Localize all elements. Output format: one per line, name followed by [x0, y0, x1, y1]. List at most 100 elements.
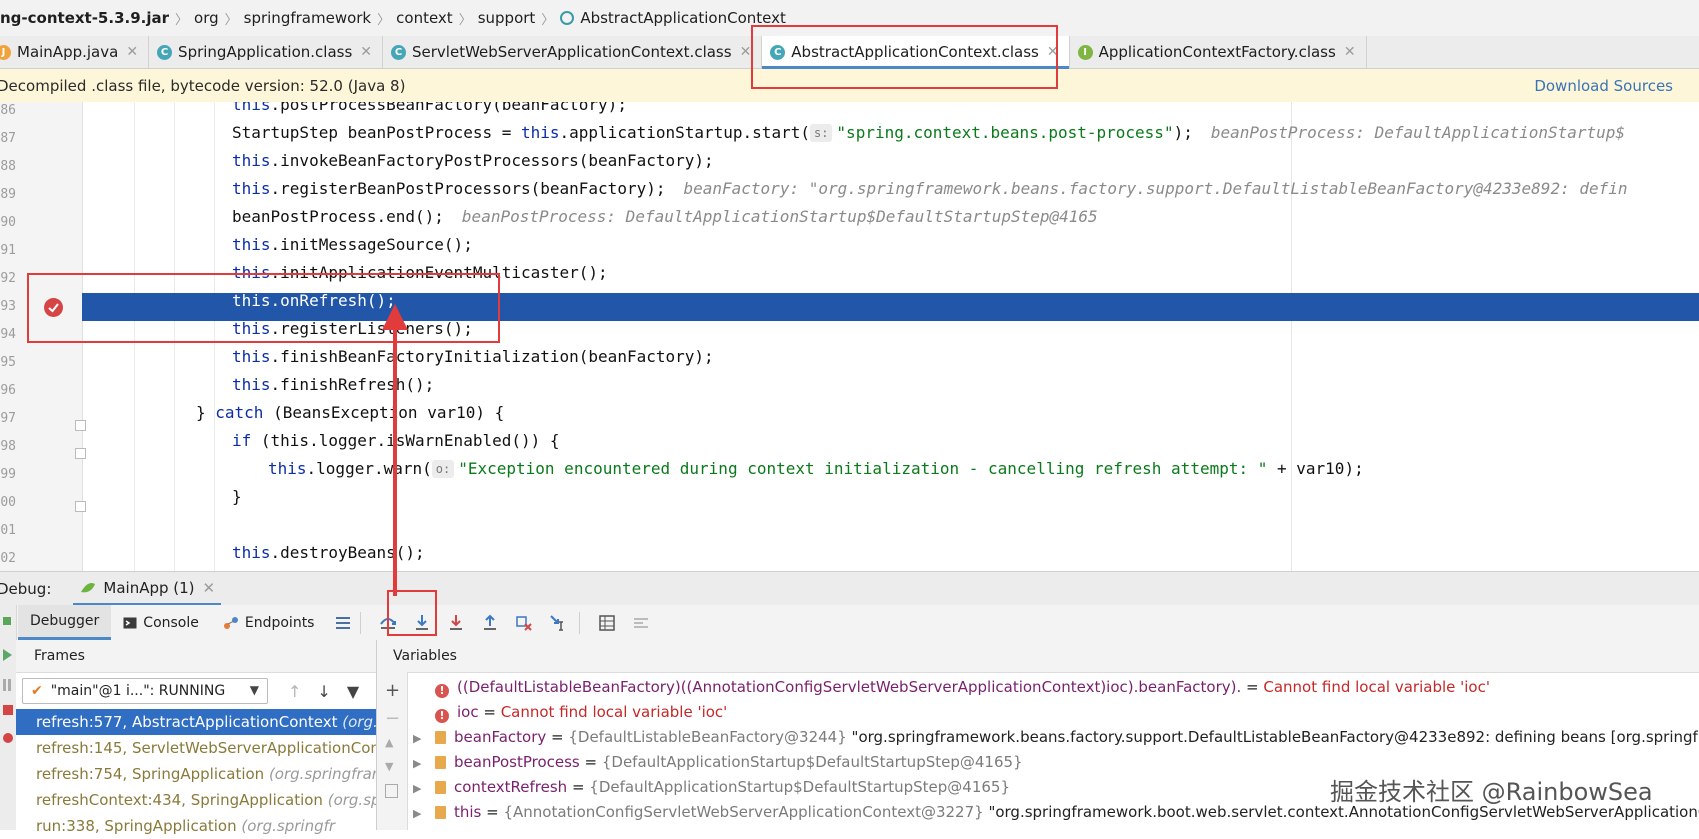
pause-icon[interactable] — [3, 679, 11, 691]
frame-method: refresh:577, AbstractApplicationContext — [36, 713, 338, 731]
variable-row[interactable]: ▶ beanFactory = {DefaultListableBeanFacto… — [413, 725, 1699, 750]
tab-label: MainApp.java — [17, 43, 119, 61]
variable-type: {DefaultListableBeanFactory@3244} — [568, 728, 847, 746]
frame-row[interactable]: refresh:754, SpringApplication (org.spri… — [16, 761, 376, 787]
frame-row[interactable]: refresh:145, ServletWebServerApplication… — [16, 735, 376, 761]
duplicate-watch-icon[interactable] — [385, 784, 398, 798]
filter-icon[interactable]: ▼ — [347, 682, 359, 701]
code-rest: .registerBeanPostProcessors(beanFactory)… — [270, 179, 666, 198]
breadcrumb-support[interactable]: support — [472, 9, 542, 27]
download-sources-link[interactable]: Download Sources — [1534, 77, 1673, 95]
line-number: 92 — [0, 271, 16, 286]
tab-console-label: Console — [143, 614, 199, 631]
fold-marker-icon[interactable] — [75, 420, 86, 431]
resume-icon[interactable] — [3, 649, 12, 661]
tab-console[interactable]: Console — [111, 605, 211, 640]
tab-label: ServletWebServerApplicationContext.class — [412, 43, 732, 61]
expand-arrow-icon[interactable]: ▶ — [413, 751, 435, 776]
expand-arrow-icon[interactable]: ▶ — [413, 776, 435, 801]
drop-frame-icon[interactable] — [511, 610, 537, 636]
field-icon — [435, 806, 446, 819]
step-out-icon[interactable] — [477, 610, 503, 636]
thread-dropdown[interactable]: ✔ "main"@1 i...": RUNNING ▼ — [22, 678, 268, 704]
trace-stream-icon[interactable] — [628, 610, 654, 636]
thread-label: "main"@1 i...": RUNNING — [50, 683, 226, 699]
code-line[interactable]: StartupStep beanPostProcess = this.appli… — [232, 119, 1625, 147]
breadcrumb-springframework[interactable]: springframework — [238, 9, 377, 27]
close-icon[interactable]: ✕ — [360, 44, 372, 60]
tab-endpoints[interactable]: Endpoints — [211, 605, 327, 640]
fold-marker-icon[interactable] — [75, 448, 86, 459]
close-icon[interactable]: ✕ — [203, 579, 216, 597]
tab-springapplication-class[interactable]: C SpringApplication.class ✕ — [149, 36, 384, 68]
line-number: 86 — [0, 103, 16, 118]
class-file-icon: C — [157, 44, 173, 60]
breadcrumb-separator-icon: 〉 — [377, 12, 391, 28]
code-kw: this — [232, 235, 271, 254]
close-icon[interactable]: ✕ — [126, 44, 138, 60]
code-rest: .initMessageSource(); — [270, 235, 473, 254]
force-step-into-icon[interactable] — [443, 610, 469, 636]
frame-method: refresh:754, SpringApplication — [36, 765, 265, 783]
tab-label: ApplicationContextFactory.class — [1098, 43, 1336, 61]
code-line[interactable]: this.postProcessBeanFactory(beanFactory)… — [232, 102, 627, 119]
breadcrumb-separator-icon: 〉 — [458, 12, 472, 28]
move-up-icon[interactable]: ▲ — [385, 736, 393, 749]
add-watch-icon[interactable]: + — [385, 680, 400, 701]
remove-watch-icon[interactable]: − — [385, 708, 400, 729]
code-line[interactable]: this.invokeBeanFactoryPostProcessors(bea… — [232, 147, 714, 175]
code-line[interactable]: this.finishBeanFactoryInitialization(bea… — [232, 343, 714, 371]
breadcrumb-jar[interactable]: ng-context-5.3.9.jar — [0, 9, 175, 27]
frame-row[interactable]: run:338, SpringApplication (org.springfr — [16, 813, 376, 839]
stop-icon[interactable] — [3, 705, 13, 715]
line-number: 98 — [0, 439, 16, 454]
fold-marker-icon[interactable] — [75, 501, 86, 512]
expand-arrow-icon[interactable]: ▶ — [413, 726, 435, 751]
variable-row[interactable]: ▶ beanPostProcess = {DefaultApplicationSt… — [413, 750, 1023, 775]
run-to-cursor-icon[interactable] — [545, 610, 571, 636]
variable-name: ioc — [457, 703, 479, 721]
annotation-box-tab — [751, 25, 1058, 89]
breadcrumb-context[interactable]: context — [390, 9, 459, 27]
run-config-tab[interactable]: MainApp (1) ✕ — [73, 572, 222, 606]
layout-menu-icon[interactable] — [330, 610, 356, 636]
view-breakpoints-icon[interactable] — [3, 733, 13, 743]
field-icon — [435, 781, 446, 794]
tab-mainapp-java[interactable]: J MainApp.java ✕ — [0, 36, 150, 68]
variable-row[interactable]: ▶ contextRefresh = {DefaultApplicationSta… — [413, 775, 1010, 800]
thread-selector-row: ✔ "main"@1 i...": RUNNING ▼ ↑ ↓ ▼ — [16, 673, 376, 709]
code-line[interactable]: } — [232, 483, 242, 511]
evaluate-expression-icon[interactable] — [594, 610, 620, 636]
line-number: 89 — [0, 187, 16, 202]
tab-applicationcontextfactory-class[interactable]: I ApplicationContextFactory.class ✕ — [1070, 36, 1367, 68]
tab-servletwebserverapplicationcontext-class[interactable]: C ServletWebServerApplicationContext.cla… — [383, 36, 763, 68]
code-post: ); — [1173, 123, 1193, 142]
close-icon[interactable]: ✕ — [1344, 44, 1356, 60]
move-down-icon[interactable]: ▼ — [385, 760, 393, 773]
code-line[interactable]: this.registerBeanPostProcessors(beanFact… — [232, 175, 1628, 203]
expand-arrow-icon[interactable]: ▶ — [413, 801, 435, 826]
endpoints-icon — [223, 616, 238, 629]
code-line[interactable]: this.initMessageSource(); — [232, 231, 473, 259]
variables-title: Variables — [377, 640, 1699, 673]
console-icon — [123, 617, 137, 628]
frame-row[interactable]: refresh:577, AbstractApplicationContext … — [16, 709, 376, 735]
line-number: 96 — [0, 383, 16, 398]
variable-equals: = — [546, 728, 569, 746]
code-kw: this — [232, 543, 271, 562]
arrow-down-icon[interactable]: ↓ — [317, 682, 330, 701]
breadcrumb-org[interactable]: org — [188, 9, 225, 27]
debug-tool-window-header: Debug: MainApp (1) ✕ — [0, 571, 1699, 606]
code-line[interactable]: } catch (BeansException var10) { — [196, 399, 504, 427]
variable-row[interactable]: ! ((DefaultListableBeanFactory)((Annotati… — [413, 675, 1490, 700]
close-icon[interactable]: ✕ — [740, 44, 752, 60]
arrow-up-icon[interactable]: ↑ — [288, 682, 301, 701]
frame-row[interactable]: refreshContext:434, SpringApplication (o… — [16, 787, 376, 813]
code-line[interactable]: beanPostProcess.end(); beanPostProcess: D… — [232, 203, 1098, 231]
code-kw: catch — [215, 403, 264, 422]
rerun-icon[interactable] — [3, 617, 11, 625]
variable-row[interactable]: ! ioc = Cannot find local variable 'ioc' — [413, 700, 727, 725]
tab-debugger[interactable]: Debugger — [18, 605, 112, 640]
code-line[interactable]: this.logger.warn(o: "Exception encountere… — [268, 455, 1364, 483]
code-ph: s: — [809, 124, 833, 142]
